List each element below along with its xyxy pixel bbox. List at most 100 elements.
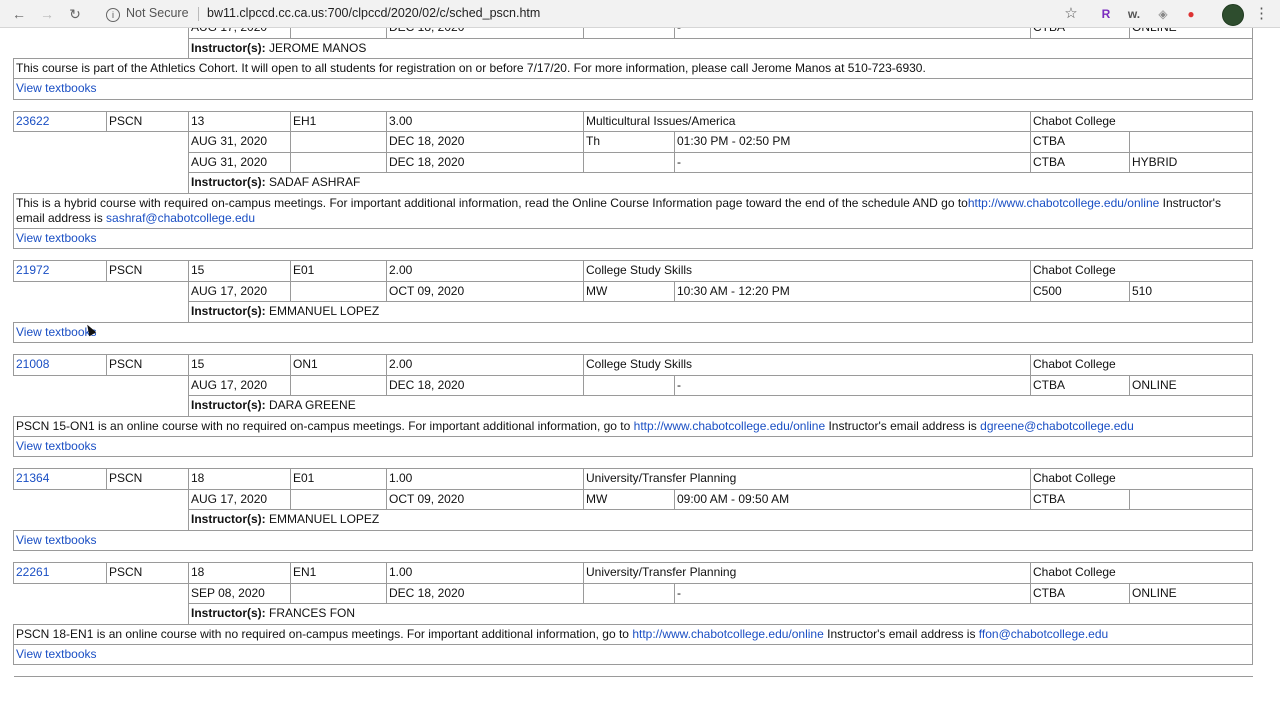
instructor-label: Instructor(s): xyxy=(191,175,266,189)
bookmark-star-icon[interactable]: ☆ xyxy=(1062,5,1080,23)
end-date: DEC 18, 2020 xyxy=(386,131,584,153)
online-info-link[interactable]: http://www.chabotcollege.edu/online xyxy=(634,419,825,433)
extension-r-icon[interactable]: R xyxy=(1097,5,1115,23)
units: 1.00 xyxy=(386,468,584,490)
mode: ONLINE xyxy=(1129,582,1253,604)
note-row: This is a hybrid course with required on… xyxy=(13,192,1253,229)
extension-globe-icon[interactable]: ◈ xyxy=(1154,5,1172,23)
course-header-row: 22261 PSCN 18 EN1 1.00 University/Transfer Pl… xyxy=(13,562,1253,584)
course-header-row: 21972 PSCN 15 E01 2.00 College Study Skills Ch… xyxy=(13,260,1253,282)
instructor-row: Instructor(s): DARA GREENE xyxy=(14,395,1253,417)
crn-link[interactable]: 22261 xyxy=(16,565,49,579)
instructor-row: Instructor(s): FRANCES FON xyxy=(14,603,1253,625)
meeting-row: AUG 17, 2020 OCT 09, 2020 MW 09:00 AM - 09:… xyxy=(14,488,1253,510)
spacer-row xyxy=(13,248,1253,261)
crn-link[interactable]: 21972 xyxy=(16,263,49,277)
campus: Chabot College xyxy=(1030,354,1253,376)
campus: Chabot College xyxy=(1030,110,1253,132)
subject: PSCN xyxy=(106,562,189,584)
security-indicator[interactable]: i Not Secure xyxy=(106,6,189,22)
meeting-days xyxy=(583,151,675,173)
start-date: AUG 31, 2020 xyxy=(188,151,291,173)
textbooks-row: View textbooks xyxy=(13,321,1253,343)
meeting-row: AUG 17, 2020 OCT 09, 2020 MW 10:30 AM - 12:… xyxy=(14,280,1253,302)
course-title: College Study Skills xyxy=(583,260,1031,282)
crn-link[interactable]: 21008 xyxy=(16,357,49,371)
meeting-time: 10:30 AM - 12:20 PM xyxy=(674,280,1031,302)
instructor-name: FRANCES FON xyxy=(269,606,356,620)
view-textbooks-link[interactable]: View textbooks xyxy=(16,81,97,95)
course-title: College Study Skills xyxy=(583,354,1031,376)
start-date: AUG 17, 2020 xyxy=(188,28,291,39)
browser-menu-icon[interactable]: ⋮ xyxy=(1254,4,1269,22)
meeting-days: MW xyxy=(583,280,675,302)
meeting-row: SEP 08, 2020 DEC 18, 2020 - CTBA ONLINE xyxy=(14,582,1253,604)
view-textbooks-link[interactable]: View textbooks xyxy=(16,647,97,661)
reload-icon[interactable]: ↻ xyxy=(66,5,84,23)
course-header-row: 23622 PSCN 13 EH1 3.00 Multicultural Issues/A… xyxy=(13,110,1253,132)
start-date: AUG 17, 2020 xyxy=(188,280,291,302)
instructor-name: JEROME MANOS xyxy=(269,40,367,55)
instructor-email-link[interactable]: ffon@chabotcollege.edu xyxy=(979,627,1108,641)
course-header-row: 21008 PSCN 15 ON1 2.00 College Study Skills Ch… xyxy=(13,354,1253,376)
section: E01 xyxy=(290,468,387,490)
end-date: OCT 09, 2020 xyxy=(386,280,584,302)
end-date: OCT 09, 2020 xyxy=(386,488,584,510)
end-date: DEC 18, 2020 xyxy=(386,582,584,604)
profile-avatar[interactable] xyxy=(1222,4,1244,26)
course-number: 15 xyxy=(188,354,291,376)
textbooks-row: View textbooks xyxy=(13,435,1253,457)
subject: PSCN xyxy=(106,110,189,132)
room: CTBA xyxy=(1030,488,1130,510)
meeting-time: 01:30 PM - 02:50 PM xyxy=(674,131,1031,153)
campus: Chabot College xyxy=(1030,260,1253,282)
units: 2.00 xyxy=(386,260,584,282)
meeting-time: - xyxy=(674,582,1031,604)
meeting-days: MW xyxy=(583,488,675,510)
meeting-days xyxy=(583,374,675,396)
online-info-link[interactable]: http://www.chabotcollege.edu/online xyxy=(632,627,823,641)
instructor-label: Instructor(s): xyxy=(191,304,266,318)
meeting-time: - xyxy=(674,28,1031,39)
note-text: PSCN 15-ON1 is an online course with no … xyxy=(16,418,634,433)
extension-w-icon[interactable]: w. xyxy=(1125,5,1143,23)
crn-link[interactable]: 23622 xyxy=(16,114,49,128)
subject: PSCN xyxy=(106,354,189,376)
address-bar[interactable]: bw11.clpccd.cc.ca.us:700/clpccd/2020/02/… xyxy=(207,6,540,20)
start-date: AUG 31, 2020 xyxy=(188,131,291,153)
meeting-days xyxy=(583,582,675,604)
course-note: PSCN 15-ON1 is an online course with no … xyxy=(13,415,1253,437)
end-date: DEC 18, 2020 xyxy=(386,28,584,39)
view-textbooks-link[interactable]: View textbooks xyxy=(16,439,97,453)
view-textbooks-link[interactable]: View textbooks xyxy=(16,533,97,547)
room: CTBA xyxy=(1030,151,1130,173)
view-textbooks-link[interactable]: View textbooks xyxy=(16,231,97,245)
note-email-text: Instructor's email address is xyxy=(825,418,981,433)
back-icon[interactable]: ← xyxy=(10,5,28,23)
instructor-row: Instructor(s): JEROME MANOS xyxy=(14,37,1253,59)
crn-link[interactable]: 21364 xyxy=(16,471,49,485)
address-divider xyxy=(198,7,199,21)
spacer-row xyxy=(13,456,1253,469)
instructor-label: Instructor(s): xyxy=(191,40,266,55)
note-row: PSCN 18-EN1 is an online course with no … xyxy=(13,623,1253,645)
room: CTBA xyxy=(1030,131,1130,153)
spacer-row xyxy=(13,98,1253,112)
mode: HYBRID xyxy=(1129,151,1253,173)
extension-record-icon[interactable]: ● xyxy=(1182,5,1200,23)
online-info-link[interactable]: http://www.chabotcollege.edu/online xyxy=(968,196,1159,210)
course-number: 15 xyxy=(188,260,291,282)
start-date: AUG 17, 2020 xyxy=(188,488,291,510)
meeting-row: AUG 31, 2020 DEC 18, 2020 Th 01:30 PM - 02:… xyxy=(14,131,1253,153)
instructor-name: DARA GREENE xyxy=(269,398,356,412)
security-label: Not Secure xyxy=(126,6,189,20)
forward-icon[interactable]: → xyxy=(38,5,56,23)
instructor-email-link[interactable]: sashraf@chabotcollege.edu xyxy=(106,211,255,225)
instructor-email-link[interactable]: dgreene@chabotcollege.edu xyxy=(980,419,1134,433)
note-row: This course is part of the Athletics Coh… xyxy=(13,58,1253,79)
instructor-row: Instructor(s): SADAF ASHRAF xyxy=(14,172,1253,194)
course-title: University/Transfer Planning xyxy=(583,468,1031,490)
instructor-name: EMMANUEL LOPEZ xyxy=(269,304,380,318)
mode: ONLINE xyxy=(1129,374,1253,396)
note-text: PSCN 18-EN1 is an online course with no … xyxy=(16,626,633,641)
